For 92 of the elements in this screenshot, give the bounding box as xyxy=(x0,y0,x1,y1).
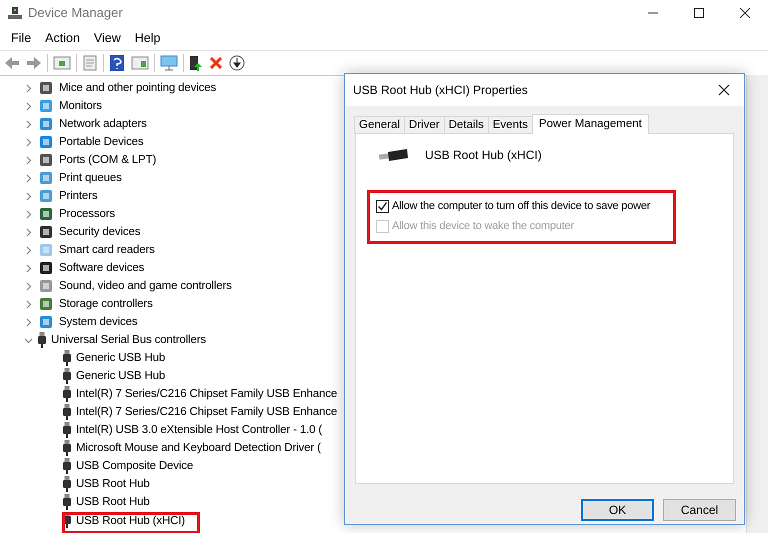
tree-item[interactable]: USB Root Hub xyxy=(76,496,150,508)
tree-item[interactable]: Intel(R) 7 Series/C216 Chipset Family USB Enhance xyxy=(76,388,338,400)
menu-item[interactable]: File xyxy=(4,28,38,46)
chevron-down-icon[interactable] xyxy=(24,336,33,344)
chevron-right-icon[interactable] xyxy=(24,246,33,254)
monitor-button[interactable] xyxy=(159,54,179,72)
dialog-button[interactable]: Cancel xyxy=(663,499,736,521)
usb-plug-icon xyxy=(63,494,71,510)
device-category-icon xyxy=(38,152,54,168)
tree-item[interactable]: Network adapters xyxy=(59,118,147,130)
device-category-icon xyxy=(38,98,54,114)
maximize-icon xyxy=(694,8,704,18)
tree-item[interactable]: Microsoft Mouse and Keyboard Detection Driver ( xyxy=(76,442,321,454)
close-icon xyxy=(718,84,730,96)
back-button[interactable] xyxy=(3,55,21,71)
device-category-icon xyxy=(38,116,54,132)
tree-item[interactable]: Mice and other pointing devices xyxy=(59,82,216,94)
usb-plug-icon xyxy=(63,458,71,474)
checkmark-icon xyxy=(377,200,388,212)
usb-plug-icon xyxy=(63,368,71,384)
menu-item[interactable]: View xyxy=(86,28,128,46)
tree-item[interactable]: Monitors xyxy=(59,100,102,112)
device-category-icon xyxy=(38,188,54,204)
tree-item[interactable]: Print queues xyxy=(59,172,122,184)
device-category-icon xyxy=(38,80,54,96)
chevron-right-icon[interactable] xyxy=(24,264,33,272)
tree-item[interactable]: Software devices xyxy=(59,262,144,274)
help-button[interactable] xyxy=(108,54,126,72)
device-category-icon xyxy=(38,224,54,240)
tree-item[interactable]: Generic USB Hub xyxy=(76,370,166,382)
tree-item[interactable]: Intel(R) 7 Series/C216 Chipset Family USB Enhance xyxy=(76,406,338,418)
tab[interactable]: Power Management xyxy=(532,114,649,134)
app-icon xyxy=(8,6,22,20)
usb-plug-icon xyxy=(63,440,71,456)
device-category-icon xyxy=(38,170,54,186)
chevron-right-icon[interactable] xyxy=(24,318,33,326)
device-category-icon xyxy=(38,242,54,258)
usb-plug-icon xyxy=(63,386,71,402)
chevron-right-icon[interactable] xyxy=(24,228,33,236)
tree-item[interactable]: Sound, video and game controllers xyxy=(59,280,232,292)
device-category-icon xyxy=(38,134,54,150)
tree-item[interactable]: Printers xyxy=(59,190,98,202)
usb-plug-icon xyxy=(38,332,46,348)
usb-plug-icon xyxy=(379,148,409,162)
tree-item[interactable]: USB Root Hub (xHCI) xyxy=(76,515,185,527)
console-tree-button[interactable] xyxy=(52,54,72,72)
tree-item[interactable]: Portable Devices xyxy=(59,136,144,148)
forward-button[interactable] xyxy=(25,55,43,71)
tree-item[interactable]: Ports (COM & LPT) xyxy=(59,154,156,166)
tree-item[interactable]: Generic USB Hub xyxy=(76,352,166,364)
close-icon xyxy=(740,8,750,18)
device-category-icon xyxy=(38,314,54,330)
tree-item[interactable]: Storage controllers xyxy=(59,298,153,310)
usb-plug-icon xyxy=(63,350,71,366)
chevron-right-icon[interactable] xyxy=(24,120,33,128)
window-title: Device Manager xyxy=(28,5,123,20)
device-category-icon xyxy=(38,296,54,312)
device-category-icon xyxy=(38,260,54,276)
chevron-right-icon[interactable] xyxy=(24,174,33,182)
chevron-right-icon[interactable] xyxy=(24,84,33,92)
chevron-right-icon[interactable] xyxy=(24,282,33,290)
chevron-right-icon[interactable] xyxy=(24,102,33,110)
device-name: USB Root Hub (xHCI) xyxy=(425,148,542,162)
device-category-icon xyxy=(38,278,54,294)
uninstall-button[interactable] xyxy=(208,55,224,71)
chevron-right-icon[interactable] xyxy=(24,210,33,218)
dialog-button[interactable]: OK xyxy=(581,499,654,521)
tab[interactable]: General xyxy=(354,116,405,134)
tree-item[interactable]: USB Root Hub xyxy=(76,478,150,490)
tree-item[interactable]: Intel(R) USB 3.0 eXtensible Host Controller - 1.0 ( xyxy=(76,424,322,436)
dialog-title: USB Root Hub (xHCI) Properties xyxy=(353,83,528,97)
properties-button[interactable] xyxy=(81,54,99,72)
usb-plug-icon xyxy=(63,476,71,492)
tree-item[interactable]: Smart card readers xyxy=(59,244,155,256)
chevron-right-icon[interactable] xyxy=(24,156,33,164)
usb-plug-icon xyxy=(63,404,71,420)
tree-item[interactable]: Security devices xyxy=(59,226,140,238)
tree-item[interactable]: Processors xyxy=(59,208,116,220)
menu-item[interactable]: Action xyxy=(38,28,87,46)
view-button[interactable] xyxy=(130,54,150,72)
chevron-right-icon[interactable] xyxy=(24,192,33,200)
device-category-icon xyxy=(38,206,54,222)
download-button[interactable] xyxy=(228,54,246,72)
checkbox-option[interactable]: Allow the computer to turn off this device to save power xyxy=(376,199,650,213)
usb-plug-icon xyxy=(63,422,71,438)
chevron-right-icon[interactable] xyxy=(24,138,33,146)
menu-item[interactable]: Help xyxy=(128,28,168,46)
tree-item[interactable]: USB Composite Device xyxy=(76,460,194,472)
update-driver-button[interactable] xyxy=(188,54,204,72)
chevron-right-icon[interactable] xyxy=(24,300,33,308)
tree-item[interactable]: Universal Serial Bus controllers xyxy=(51,334,206,346)
tree-item[interactable]: System devices xyxy=(59,316,138,328)
